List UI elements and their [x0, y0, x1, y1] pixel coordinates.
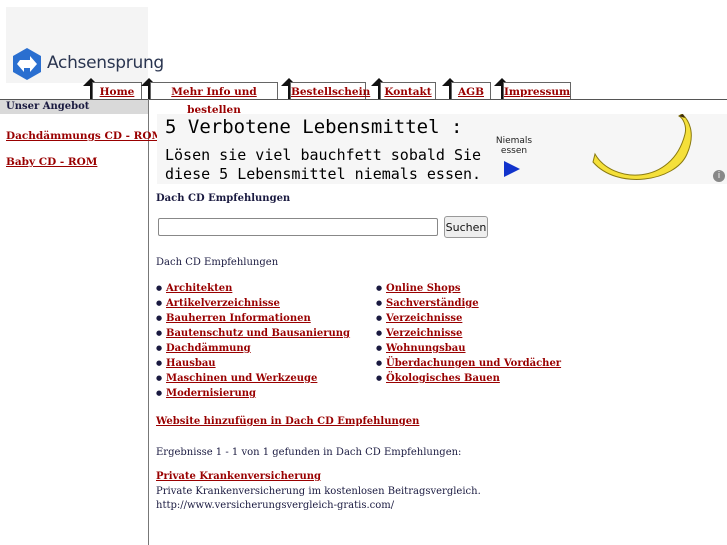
ad-cta-line: essen — [500, 146, 528, 156]
category-link[interactable]: Hausbau — [166, 358, 216, 369]
category-link[interactable]: Modernisierung — [166, 388, 256, 399]
list-item: Überdachungen und Vordächer — [376, 356, 561, 371]
tab-impressum[interactable]: Impressum — [503, 82, 571, 100]
search-input[interactable] — [158, 218, 438, 236]
info-icon[interactable]: i — [713, 170, 725, 182]
logo-mark-icon — [13, 48, 41, 80]
category-link[interactable]: Bautenschutz und Bausanierung — [166, 328, 350, 339]
ad-cta: Niemals essen — [493, 136, 535, 156]
list-item: Wohnungsbau — [376, 341, 561, 356]
ad-text-line: Lösen sie viel bauchfett sobald Sie — [165, 146, 482, 164]
category-link[interactable]: Maschinen und Werkzeuge — [166, 373, 317, 384]
tab-mehr-info[interactable]: Mehr Info und bestellen — [150, 82, 278, 116]
list-item: Verzeichnisse — [376, 326, 561, 341]
ad-cta-line: Niemals — [495, 136, 533, 146]
ad-banner[interactable]: 5 Verbotene Lebensmittel : Lösen sie vie… — [157, 114, 727, 184]
list-item: Verzeichnisse — [376, 311, 561, 326]
ad-headline: 5 Verbotene Lebensmittel : — [165, 116, 463, 138]
result-title-link[interactable]: Private Krankenversicherung — [156, 471, 321, 482]
search-button[interactable]: Suchen — [444, 216, 488, 238]
category-link[interactable]: Architekten — [166, 283, 232, 294]
results-summary: Ergebnisse 1 - 1 von 1 gefunden in Dach … — [156, 447, 462, 458]
sidebar-item-baby-cd[interactable]: Baby CD - ROM — [6, 156, 163, 168]
page-title: Dach CD Empfehlungen — [156, 193, 291, 204]
category-link[interactable]: Ökologisches Bauen — [386, 373, 500, 384]
tab-kontakt[interactable]: Kontakt — [380, 82, 436, 100]
list-item: Maschinen und Werkzeuge — [156, 371, 350, 386]
category-link[interactable]: Dachdämmung — [166, 343, 251, 354]
result-url: http://www.versicherungsvergleich-gratis… — [156, 500, 395, 511]
category-link[interactable]: Online Shops — [386, 283, 460, 294]
arrow-right-icon — [504, 161, 520, 177]
list-item: Sachverständige — [376, 296, 561, 311]
list-item: Bautenschutz und Bausanierung — [156, 326, 350, 341]
ad-text-line: diese 5 Lebensmittel niemals essen. — [165, 165, 482, 183]
sidebar-links: Dachdämmungs CD - ROM Baby CD - ROM — [6, 130, 163, 182]
category-link[interactable]: Wohnungsbau — [386, 343, 466, 354]
result-description: Private Krankenversicherung im kostenlos… — [156, 486, 481, 497]
list-item: Hausbau — [156, 356, 350, 371]
category-link[interactable]: Verzeichnisse — [386, 328, 462, 339]
tab-home[interactable]: Home — [92, 82, 142, 100]
category-link[interactable]: Verzeichnisse — [386, 313, 462, 324]
tab-agb[interactable]: AGB — [451, 82, 491, 100]
list-item: Ökologisches Bauen — [376, 371, 561, 386]
main-nav: Home Mehr Info und bestellen Bestellsche… — [0, 78, 727, 116]
list-item: Dachdämmung — [156, 341, 350, 356]
sidebar-item-dachdaemmung[interactable]: Dachdämmungs CD - ROM — [6, 130, 163, 142]
list-item: Online Shops — [376, 281, 561, 296]
list-item: Artikelverzeichnisse — [156, 296, 350, 311]
category-list-right: Online Shops Sachverständige Verzeichnis… — [376, 281, 561, 386]
logo-text: Achsensprung — [47, 53, 164, 73]
category-link[interactable]: Bauherren Informationen — [166, 313, 311, 324]
logo[interactable]: Achsensprung — [6, 7, 164, 83]
list-item: Bauherren Informationen — [156, 311, 350, 326]
category-subtitle: Dach CD Empfehlungen — [156, 257, 279, 268]
tab-bestellschein[interactable]: Bestellschein — [290, 82, 370, 100]
category-list-left: Architekten Artikelverzeichnisse Bauherr… — [156, 281, 350, 401]
category-link[interactable]: Überdachungen und Vordächer — [386, 358, 561, 369]
banana-icon — [592, 114, 692, 180]
add-website-link[interactable]: Website hinzufügen in Dach CD Empfehlung… — [156, 416, 419, 427]
sidebar-heading: Unser Angebot — [0, 100, 148, 114]
list-item: Architekten — [156, 281, 350, 296]
category-link[interactable]: Artikelverzeichnisse — [166, 298, 280, 309]
list-item: Modernisierung — [156, 386, 350, 401]
category-link[interactable]: Sachverständige — [386, 298, 479, 309]
